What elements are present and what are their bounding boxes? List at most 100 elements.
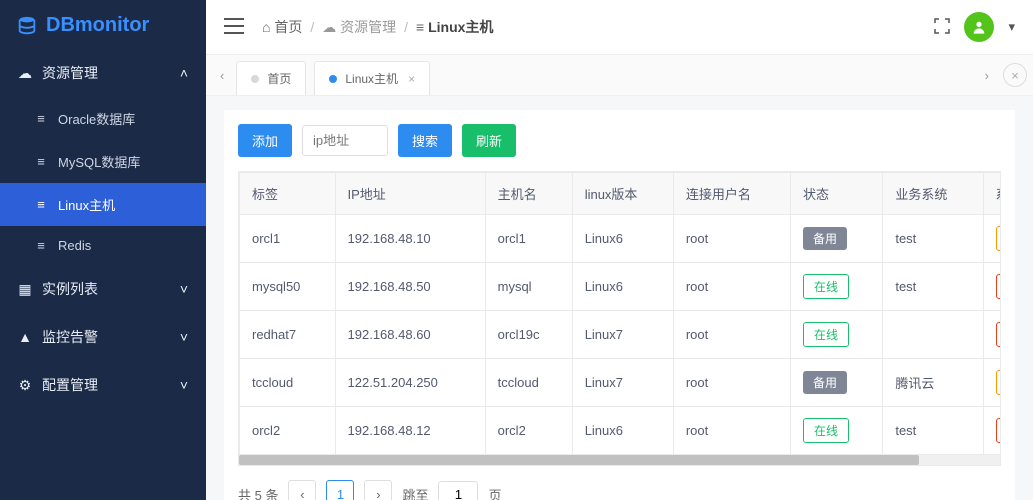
th-ver: linux版本 bbox=[572, 173, 673, 215]
list-icon: ≡ bbox=[416, 19, 424, 35]
list-icon: ≡ bbox=[34, 197, 48, 212]
refresh-button[interactable]: 刷新 bbox=[462, 124, 516, 157]
search-button[interactable]: 搜索 bbox=[398, 124, 452, 157]
cell-level: 核心系统 bbox=[983, 311, 1001, 359]
add-button[interactable]: 添加 bbox=[238, 124, 292, 157]
level-badge: 核心系统 bbox=[996, 418, 1001, 443]
sidebar: DBmonitor ☁ 资源管理 ˄ ≡ Oracle数据库 ≡ MySQL数据… bbox=[0, 0, 206, 500]
cloud-icon: ☁ bbox=[18, 65, 32, 82]
status-badge: 在线 bbox=[803, 274, 849, 299]
breadcrumb-sep: / bbox=[404, 19, 408, 35]
jump-input[interactable] bbox=[438, 481, 478, 500]
th-tag: 标签 bbox=[240, 173, 336, 215]
cell-ip: 122.51.204.250 bbox=[335, 359, 485, 407]
table-row: orcl2192.168.48.12orcl2Linux6root在线test核… bbox=[240, 407, 1002, 455]
tab-home[interactable]: 首页 bbox=[236, 61, 306, 95]
cell-user: root bbox=[673, 359, 790, 407]
sidebar-group-instances[interactable]: ▦ 实例列表 ˅ bbox=[0, 265, 206, 313]
sidebar-group-resources[interactable]: ☁ 资源管理 ˄ bbox=[0, 49, 206, 97]
logo-text: DBmonitor bbox=[46, 14, 149, 37]
sidebar-group-label: 监控告警 bbox=[42, 327, 98, 347]
status-badge: 备用 bbox=[803, 371, 847, 394]
table-row: mysql50192.168.48.50mysqlLinux6root在线tes… bbox=[240, 263, 1002, 311]
cell-ver: Linux6 bbox=[572, 407, 673, 455]
database-icon bbox=[16, 15, 38, 37]
cloud-icon: ☁ bbox=[322, 19, 336, 36]
logo[interactable]: DBmonitor bbox=[0, 0, 206, 49]
warning-icon: ▲ bbox=[18, 329, 32, 345]
chevron-down-icon: ˅ bbox=[180, 329, 188, 345]
cell-host: tccloud bbox=[485, 359, 572, 407]
sidebar-item-linux[interactable]: ≡ Linux主机 bbox=[0, 183, 206, 226]
cell-ip: 192.168.48.10 bbox=[335, 215, 485, 263]
cell-tag: redhat7 bbox=[240, 311, 336, 359]
total-count: 共 5 条 bbox=[238, 485, 278, 500]
hamburger-icon[interactable] bbox=[224, 18, 244, 37]
table-scroll[interactable]: 标签 IP地址 主机名 linux版本 连接用户名 状态 业务系统 系统等级 bbox=[239, 172, 1001, 455]
page-suffix: 页 bbox=[488, 485, 501, 500]
level-badge: 核心系统 bbox=[996, 322, 1001, 347]
breadcrumb-home[interactable]: 首页 bbox=[274, 17, 302, 37]
grid-icon: ▦ bbox=[18, 281, 32, 298]
main: ⌂ 首页 / ☁ 资源管理 / ≡ Linux主机 ▾ ‹ bbox=[206, 0, 1033, 500]
tabs-prev[interactable]: ‹ bbox=[212, 62, 232, 89]
user-icon bbox=[971, 19, 987, 35]
tab-label: Linux主机 bbox=[345, 70, 398, 87]
tabs-close-all[interactable]: × bbox=[1003, 63, 1027, 87]
th-status: 状态 bbox=[790, 173, 882, 215]
tabsbar: ‹ 首页 Linux主机 × › × bbox=[206, 55, 1033, 96]
breadcrumb: ⌂ 首页 / ☁ 资源管理 / ≡ Linux主机 bbox=[262, 17, 493, 37]
cell-host: orcl2 bbox=[485, 407, 572, 455]
sidebar-group-label: 实例列表 bbox=[42, 279, 98, 299]
card: 添加 搜索 刷新 标签 IP地址 主机名 linux版本 bbox=[224, 110, 1015, 500]
cell-biz bbox=[883, 311, 983, 359]
avatar[interactable] bbox=[964, 12, 994, 42]
status-badge: 在线 bbox=[803, 322, 849, 347]
hosts-table: 标签 IP地址 主机名 linux版本 连接用户名 状态 业务系统 系统等级 bbox=[239, 172, 1001, 455]
cell-tag: mysql50 bbox=[240, 263, 336, 311]
cell-ip: 192.168.48.60 bbox=[335, 311, 485, 359]
dot-icon bbox=[251, 75, 259, 83]
sidebar-item-oracle[interactable]: ≡ Oracle数据库 bbox=[0, 97, 206, 140]
page-prev[interactable]: ‹ bbox=[288, 480, 316, 500]
sidebar-group-label: 配置管理 bbox=[42, 375, 98, 395]
th-host: 主机名 bbox=[485, 173, 572, 215]
sidebar-group-monitor[interactable]: ▲ 监控告警 ˅ bbox=[0, 313, 206, 361]
toolbar: 添加 搜索 刷新 bbox=[238, 124, 1001, 157]
cell-ver: Linux7 bbox=[572, 359, 673, 407]
cell-biz: test bbox=[883, 407, 983, 455]
table-wrap: 标签 IP地址 主机名 linux版本 连接用户名 状态 业务系统 系统等级 bbox=[238, 171, 1001, 466]
fullscreen-icon[interactable] bbox=[934, 18, 950, 37]
chevron-down-icon: ˅ bbox=[180, 377, 188, 393]
tabs-next[interactable]: › bbox=[977, 62, 997, 89]
close-icon[interactable]: × bbox=[408, 72, 415, 86]
sidebar-item-mysql[interactable]: ≡ MySQL数据库 bbox=[0, 140, 206, 183]
level-badge: 重要系统 bbox=[996, 226, 1001, 251]
sidebar-item-label: Redis bbox=[58, 238, 91, 253]
caret-down-icon[interactable]: ▾ bbox=[1008, 19, 1015, 35]
page-1[interactable]: 1 bbox=[326, 480, 354, 500]
sidebar-group-config[interactable]: ⚙ 配置管理 ˅ bbox=[0, 361, 206, 409]
cell-level: 重要系统 bbox=[983, 359, 1001, 407]
page-next[interactable]: › bbox=[364, 480, 392, 500]
sidebar-item-redis[interactable]: ≡ Redis bbox=[0, 226, 206, 265]
cell-status: 在线 bbox=[790, 263, 882, 311]
chevron-up-icon: ˄ bbox=[180, 65, 188, 81]
tab-linux[interactable]: Linux主机 × bbox=[314, 61, 430, 95]
ip-input[interactable] bbox=[302, 125, 388, 156]
sidebar-item-label: MySQL数据库 bbox=[58, 152, 140, 171]
cell-user: root bbox=[673, 311, 790, 359]
sidebar-item-label: Oracle数据库 bbox=[58, 109, 135, 128]
cell-status: 在线 bbox=[790, 311, 882, 359]
table-header-row: 标签 IP地址 主机名 linux版本 连接用户名 状态 业务系统 系统等级 bbox=[240, 173, 1002, 215]
sidebar-item-label: Linux主机 bbox=[58, 195, 115, 214]
th-user: 连接用户名 bbox=[673, 173, 790, 215]
horizontal-scrollbar[interactable] bbox=[239, 455, 1000, 465]
cell-level: 核心系统 bbox=[983, 407, 1001, 455]
cell-ip: 192.168.48.12 bbox=[335, 407, 485, 455]
cell-ver: Linux7 bbox=[572, 311, 673, 359]
breadcrumb-mid[interactable]: 资源管理 bbox=[340, 17, 396, 37]
dot-icon bbox=[329, 75, 337, 83]
cell-host: mysql bbox=[485, 263, 572, 311]
home-icon: ⌂ bbox=[262, 19, 270, 35]
